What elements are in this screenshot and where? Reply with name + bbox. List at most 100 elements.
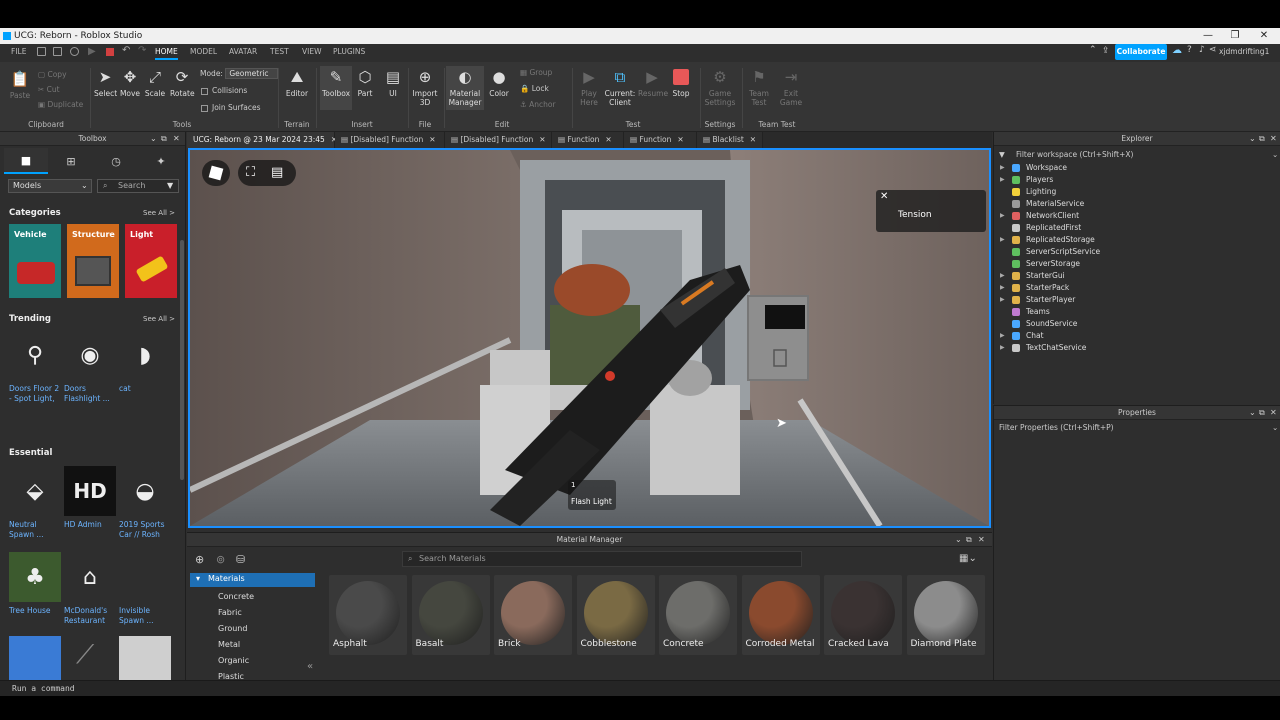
category-light[interactable]: Light [125,224,177,298]
chevron-down-icon[interactable]: ⌄ [150,132,157,146]
cut-button[interactable]: ✂ Cut [38,85,60,94]
asset-thumbnail-sky[interactable] [9,636,61,680]
explorer-item[interactable]: ▶ StarterPack [994,282,1280,294]
explorer-item[interactable]: ▶ StarterPlayer [994,294,1280,306]
tab-script[interactable]: ▤ [Disabled] Function ✕ [335,132,445,148]
ui-button[interactable]: ▤ UI [382,68,404,98]
tab-view[interactable]: VIEW [302,44,322,60]
chevron-up-icon[interactable]: ⌃ [1089,45,1097,55]
essential-asset[interactable]: ⌂ McDonald's Restaurant [64,552,120,626]
play-quick-icon[interactable]: ▶ [88,46,96,57]
expand-arrow-icon[interactable]: ▶ [1000,282,1005,294]
tab-script[interactable]: ▤ Function ✕ [552,132,624,148]
chevron-down-icon[interactable]: ⌄ [1249,132,1256,146]
chevron-down-icon[interactable]: ⌄ [955,533,962,547]
tab-script[interactable]: ▤ Function ✕ [624,132,697,148]
collaborate-button[interactable]: Collaborate [1115,44,1167,60]
chat-icon[interactable]: ▤ [271,165,283,180]
explorer-item[interactable]: ▶ NetworkClient [994,210,1280,222]
trending-asset[interactable]: ⚲ Doors Floor 2- Spot Light, [9,330,65,404]
properties-filter[interactable]: Filter Properties (Ctrl+Shift+P) ⌄ [994,422,1280,434]
tab-avatar[interactable]: AVATAR [229,44,257,60]
hotbar-slot[interactable]: 1 Flash Light [568,480,616,510]
exit-game-button[interactable]: ⇥ Exit Game [778,68,804,107]
undo-icon[interactable]: ↶ [122,45,130,56]
essential-asset[interactable]: ♣ Tree House [9,552,65,616]
resume-button[interactable]: ▶ Resume [638,68,668,98]
close-icon[interactable]: ✕ [1270,132,1277,146]
material-card[interactable]: Cobblestone [576,575,655,655]
tab-script[interactable]: ▤ Blacklist ✕ [697,132,763,148]
mode-selector[interactable]: Mode: Geometric [200,68,278,79]
team-test-button[interactable]: ⚑ Team Test [746,68,772,107]
publish-icon[interactable] [70,47,79,56]
tab-script[interactable]: ▤ [Disabled] Function ✕ [445,132,552,148]
stop-quick-icon[interactable] [106,48,114,56]
asset-thumbnail-building[interactable] [119,636,171,680]
trending-see-all[interactable]: See All > [143,315,175,323]
explorer-item[interactable]: SoundService [994,318,1280,330]
explorer-item[interactable]: ▶ TextChatService [994,342,1280,354]
explorer-item[interactable]: ▶ Players [994,174,1280,186]
filter-icon[interactable]: ▼ [167,180,173,192]
tree-item[interactable]: Organic [218,656,249,665]
explorer-item[interactable]: MaterialService [994,198,1280,210]
explorer-item[interactable]: ▶ Chat [994,330,1280,342]
material-manager-button[interactable]: ◐ Material Manager [446,66,484,110]
collisions-toggle[interactable]: Collisions [201,86,247,95]
file-menu[interactable]: FILE [11,44,26,60]
part-button[interactable]: ⬡ Part [354,68,376,98]
color-button[interactable]: ● Color [488,68,510,98]
command-bar[interactable]: Run a command [0,680,1280,696]
terrain-editor-button[interactable]: ⛰ Editor [283,68,311,98]
duplicate-button[interactable]: ▣ Duplicate [38,100,83,109]
close-icon[interactable]: ✕ [1270,406,1277,420]
help-icon[interactable]: ? [1187,45,1192,55]
tab-inventory[interactable]: ⊞ [49,148,93,174]
material-card[interactable]: Corroded Metal [741,575,820,655]
explorer-filter[interactable]: ▼ Filter workspace (Ctrl+Shift+X) ⌄ [994,148,1280,161]
paint-bucket-icon[interactable]: ⛁ [236,553,245,566]
scale-tool-button[interactable]: ⤢ Scale [144,68,166,98]
asset-thumbnail-sword[interactable]: ⟋ [64,636,116,680]
close-icon[interactable]: ✕ [677,135,683,144]
current-client-button[interactable]: ⧉ Current: Client [604,68,636,107]
expand-arrow-icon[interactable]: ▶ [1000,294,1005,306]
explorer-item[interactable]: ▶ ReplicatedStorage [994,234,1280,246]
select-tool-button[interactable]: ➤ Select [94,68,117,98]
copy-button[interactable]: ▢ Copy [38,70,67,79]
collisions-checkbox[interactable] [201,87,208,95]
stop-button[interactable]: Stop [669,68,693,98]
join-surfaces-checkbox[interactable] [201,104,208,112]
move-tool-button[interactable]: ✥ Move [119,68,141,98]
explorer-item[interactable]: ▶ StarterGui [994,270,1280,282]
trending-asset[interactable]: ◗ cat [119,330,175,394]
close-icon[interactable]: ✕ [750,135,756,144]
popout-icon[interactable]: ⧉ [966,533,972,547]
explorer-item[interactable]: ServerStorage [994,258,1280,270]
add-material-icon[interactable]: ⊕ [195,553,204,566]
expand-arrow-icon[interactable]: ▶ [1000,330,1005,342]
tree-item-materials[interactable]: ▾ Materials [190,573,315,587]
username[interactable]: xjdmdrifting1 [1219,44,1269,60]
tab-recent[interactable]: ◷ [94,148,138,174]
tab-plugins[interactable]: PLUGINS [333,44,365,60]
backpack-icon[interactable]: ⛶ [246,165,255,180]
popout-icon[interactable]: ⧉ [1259,406,1265,420]
tree-item[interactable]: Ground [218,624,247,633]
explorer-item[interactable]: ReplicatedFirst [994,222,1280,234]
material-card[interactable]: Basalt [411,575,490,655]
trending-asset[interactable]: ◉ Doors Flashlight ... [64,330,120,404]
open-file-icon[interactable] [53,47,62,56]
share-network-icon[interactable]: ⋖ [1209,45,1217,55]
explorer-item[interactable]: ServerScriptService [994,246,1280,258]
category-vehicle[interactable]: Vehicle [9,224,61,298]
material-card[interactable]: Concrete [659,575,737,655]
expand-arrow-icon[interactable]: ▶ [1000,270,1005,282]
expand-arrow-icon[interactable]: ▶ [1000,210,1005,222]
cloud-icon[interactable]: ☁ [1172,45,1182,56]
toolbox-button[interactable]: ✎ Toolbox [320,66,352,110]
expand-arrow-icon[interactable]: ▶ [1000,162,1005,174]
new-file-icon[interactable] [37,47,46,56]
tab-creations[interactable]: ✦ [139,148,183,174]
